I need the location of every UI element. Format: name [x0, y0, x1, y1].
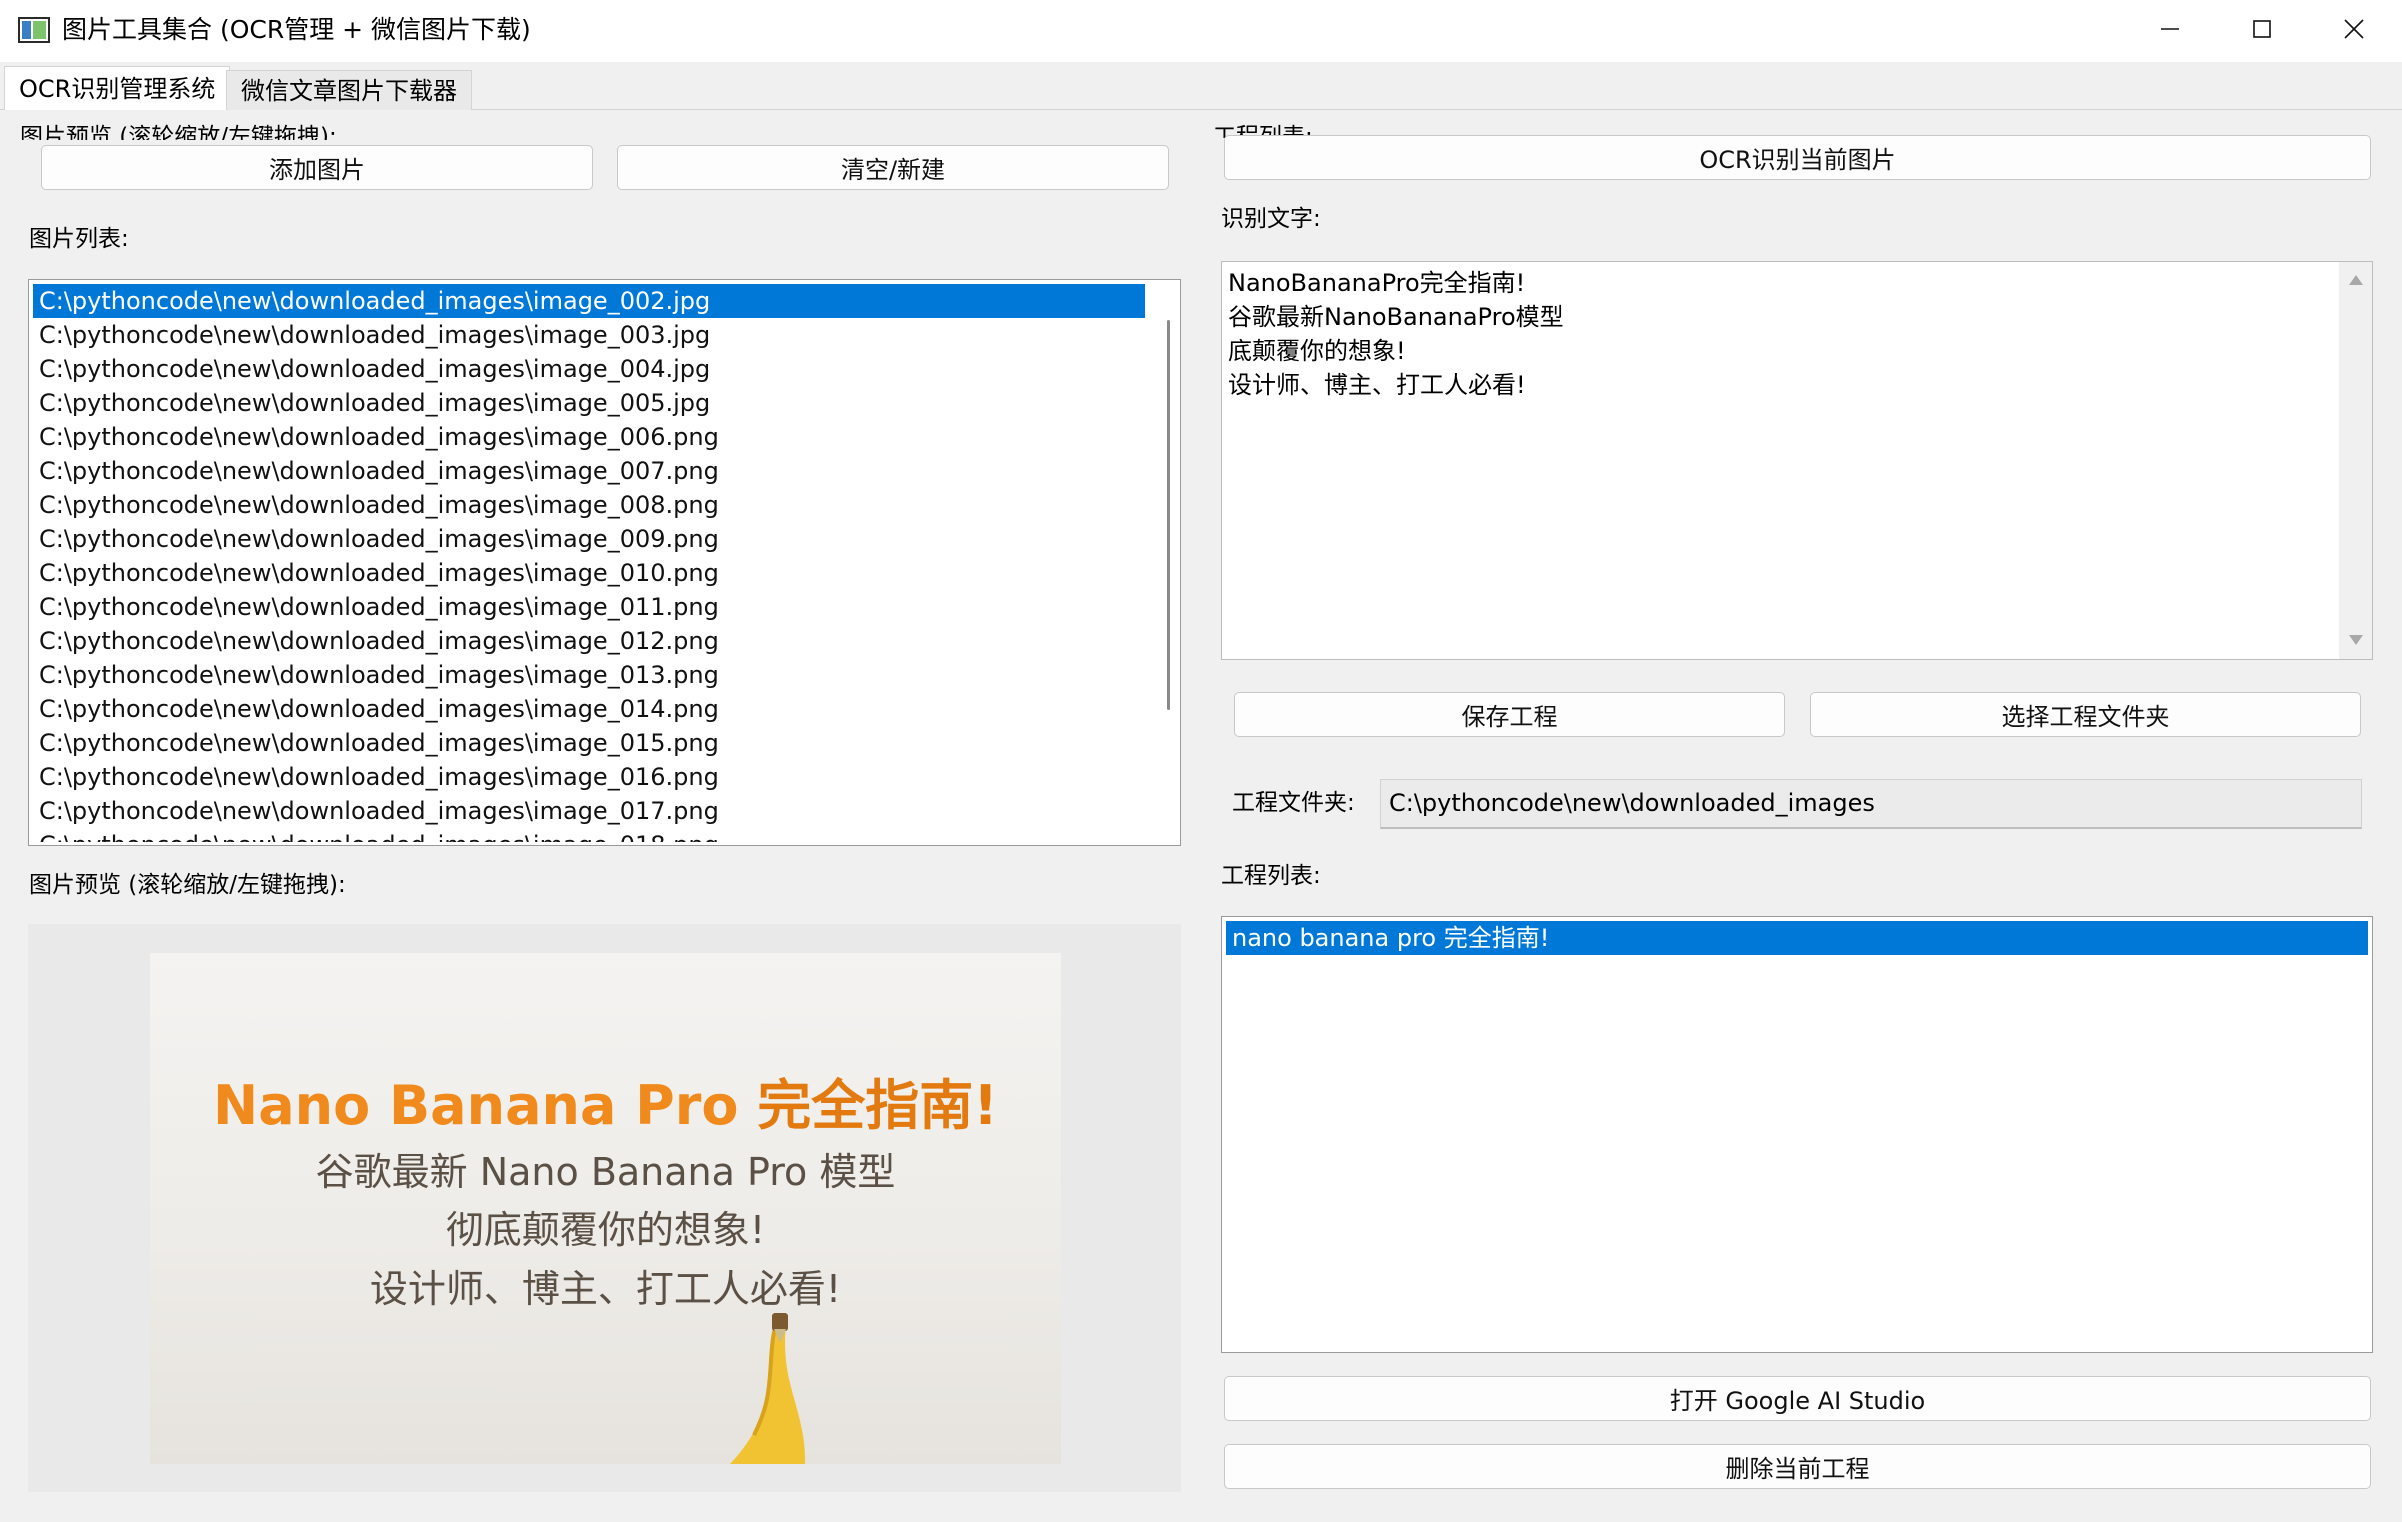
- list-item[interactable]: C:\pythoncode\new\downloaded_images\imag…: [33, 318, 1145, 352]
- preview-title: Nano Banana Pro 完全指南!: [150, 1061, 1061, 1140]
- list-item[interactable]: C:\pythoncode\new\downloaded_images\imag…: [33, 420, 1145, 454]
- preview-label-overlap: 图片预览 (滚轮缩放/左键拖拽):: [20, 124, 337, 140]
- close-button[interactable]: [2308, 0, 2400, 58]
- app-icon: [18, 17, 50, 43]
- recognized-text-content: NanoBananaPro完全指南! 谷歌最新NanoBananaPro模型 底…: [1228, 266, 2328, 402]
- preview-line: 谷歌最新 Nano Banana Pro 模型: [315, 1150, 896, 1194]
- preview-label: 图片预览 (滚轮缩放/左键拖拽):: [29, 872, 346, 898]
- list-item[interactable]: C:\pythoncode\new\downloaded_images\imag…: [33, 522, 1145, 556]
- recognized-line: 设计师、博主、打工人必看!: [1228, 371, 1526, 399]
- delete-project-button[interactable]: 删除当前工程: [1224, 1444, 2371, 1489]
- clear-new-button[interactable]: 清空/新建: [617, 145, 1169, 190]
- list-item[interactable]: C:\pythoncode\new\downloaded_images\imag…: [33, 794, 1145, 828]
- list-item[interactable]: nano banana pro 完全指南!: [1226, 921, 2368, 955]
- preview-title-en: Nano Banana Pro: [213, 1074, 758, 1137]
- image-list-scrollbar[interactable]: [1159, 284, 1177, 842]
- list-item[interactable]: C:\pythoncode\new\downloaded_images\imag…: [33, 454, 1145, 488]
- preview-image: Nano Banana Pro 完全指南! 谷歌最新 Nano Banana P…: [150, 953, 1061, 1464]
- list-item[interactable]: C:\pythoncode\new\downloaded_images\imag…: [33, 658, 1145, 692]
- add-image-button[interactable]: 添加图片: [41, 145, 593, 190]
- list-item[interactable]: C:\pythoncode\new\downloaded_images\imag…: [33, 556, 1145, 590]
- list-item[interactable]: C:\pythoncode\new\downloaded_images\imag…: [33, 828, 1145, 842]
- recognized-text-area[interactable]: NanoBananaPro完全指南! 谷歌最新NanoBananaPro模型 底…: [1221, 261, 2373, 660]
- choose-folder-button[interactable]: 选择工程文件夹: [1810, 692, 2361, 737]
- list-item[interactable]: C:\pythoncode\new\downloaded_images\imag…: [33, 284, 1145, 318]
- banana-image: [730, 1313, 806, 1464]
- recognized-line: 谷歌最新NanoBananaPro模型: [1228, 303, 1564, 331]
- open-google-ai-studio-button[interactable]: 打开 Google AI Studio: [1224, 1376, 2371, 1421]
- recognized-line: 底颠覆你的想象!: [1228, 337, 1406, 365]
- list-item[interactable]: C:\pythoncode\new\downloaded_images\imag…: [33, 590, 1145, 624]
- image-list-viewport: C:\pythoncode\new\downloaded_images\imag…: [33, 284, 1145, 842]
- minimize-button[interactable]: [2124, 0, 2216, 58]
- scrollbar-thumb[interactable]: [1167, 320, 1170, 710]
- list-item[interactable]: C:\pythoncode\new\downloaded_images\imag…: [33, 386, 1145, 420]
- preview-line: 设计师、博主、打工人必看!: [369, 1267, 842, 1311]
- project-list-label: 工程列表:: [1221, 863, 1321, 889]
- project-folder-label: 工程文件夹:: [1232, 790, 1355, 816]
- recognized-line: NanoBananaPro完全指南!: [1228, 269, 1526, 297]
- recognized-text-label: 识别文字:: [1221, 206, 1321, 232]
- maximize-button[interactable]: [2216, 0, 2308, 58]
- preview-title-cn: 完全指南!: [757, 1074, 998, 1137]
- project-list[interactable]: nano banana pro 完全指南!: [1221, 916, 2373, 1353]
- scroll-up-icon[interactable]: [2348, 274, 2364, 286]
- list-item[interactable]: C:\pythoncode\new\downloaded_images\imag…: [33, 726, 1145, 760]
- preview-line: 彻底颠覆你的想象!: [445, 1208, 766, 1252]
- window-title: 图片工具集合 (OCR管理 + 微信图片下载): [62, 15, 531, 44]
- minimize-icon: [2161, 28, 2179, 30]
- ocr-current-image-button[interactable]: OCR识别当前图片: [1224, 135, 2371, 180]
- image-list-label: 图片列表:: [29, 226, 129, 252]
- maximize-icon: [2253, 20, 2271, 38]
- save-project-button[interactable]: 保存工程: [1234, 692, 1785, 737]
- project-list-viewport: nano banana pro 完全指南!: [1226, 921, 2368, 955]
- list-item[interactable]: C:\pythoncode\new\downloaded_images\imag…: [33, 692, 1145, 726]
- list-item[interactable]: C:\pythoncode\new\downloaded_images\imag…: [33, 488, 1145, 522]
- list-item[interactable]: C:\pythoncode\new\downloaded_images\imag…: [33, 624, 1145, 658]
- scroll-down-icon[interactable]: [2348, 634, 2364, 646]
- tab-wechat-downloader[interactable]: 微信文章图片下载器: [226, 70, 472, 110]
- project-folder-field[interactable]: C:\pythoncode\new\downloaded_images: [1380, 779, 2362, 829]
- recognized-text-scrollbar[interactable]: [2339, 262, 2372, 659]
- tab-ocr-management[interactable]: OCR识别管理系统: [4, 66, 231, 110]
- list-item[interactable]: C:\pythoncode\new\downloaded_images\imag…: [33, 760, 1145, 794]
- list-item[interactable]: C:\pythoncode\new\downloaded_images\imag…: [33, 352, 1145, 386]
- image-list[interactable]: C:\pythoncode\new\downloaded_images\imag…: [28, 279, 1181, 846]
- close-icon: [2344, 19, 2364, 39]
